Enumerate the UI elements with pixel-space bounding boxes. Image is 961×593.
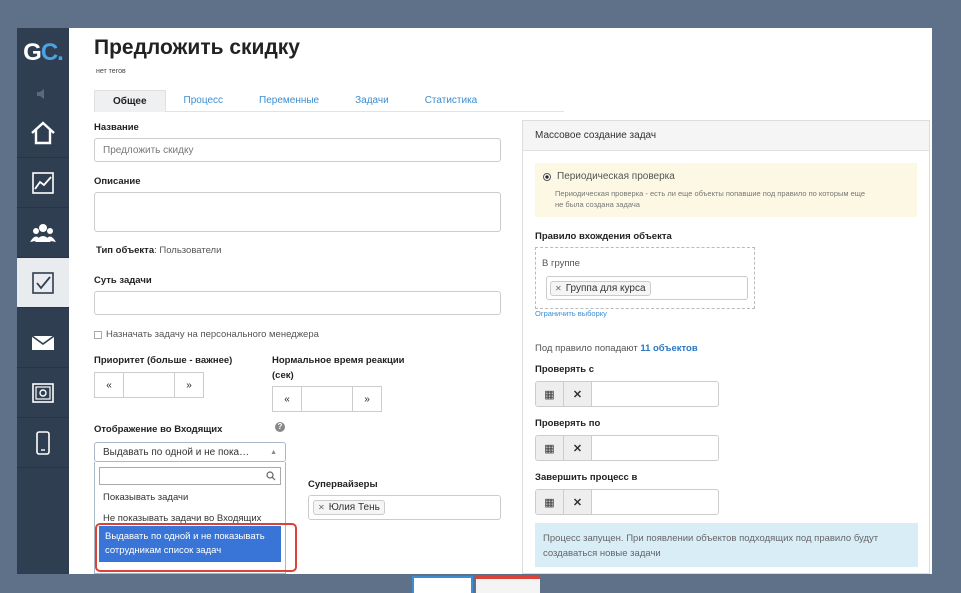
check-to-label: Проверять по xyxy=(535,418,601,429)
panel-header: Массовое создание задач xyxy=(523,121,929,151)
tabs: Общее Процесс Переменные Задачи Статисти… xyxy=(94,90,564,112)
next-icon[interactable]: » xyxy=(353,387,381,411)
tab-variables[interactable]: Переменные xyxy=(241,90,337,112)
checkbox-icon xyxy=(32,271,54,294)
help-icon[interactable]: ? xyxy=(275,422,285,432)
reaction-unit-label: (сек) xyxy=(272,370,294,381)
prev-icon[interactable]: « xyxy=(95,373,123,397)
nav-safe[interactable] xyxy=(17,368,69,418)
prev-icon[interactable]: « xyxy=(273,387,301,411)
radio-button[interactable] xyxy=(543,172,551,181)
rule-label: Правило вхождения объекта xyxy=(535,231,672,242)
nav-analytics[interactable] xyxy=(17,158,69,208)
sidebar: G C. xyxy=(17,28,69,574)
supervisors-label: Супервайзеры xyxy=(308,479,378,490)
reaction-label: Нормальное время реакции xyxy=(272,355,405,366)
highlight-box xyxy=(95,523,297,572)
thumbnail-1[interactable] xyxy=(412,576,473,593)
users-icon xyxy=(30,223,56,242)
reaction-stepper[interactable]: « » xyxy=(272,386,382,412)
clear-icon[interactable]: ✕ xyxy=(564,490,592,514)
check-from-label: Проверять с xyxy=(535,364,595,375)
nav-mail[interactable] xyxy=(17,318,69,368)
description-textarea[interactable] xyxy=(94,192,501,232)
name-label: Название xyxy=(94,122,139,133)
supervisor-chip: ✕ Юлия Тень xyxy=(313,500,385,515)
nav-home[interactable] xyxy=(17,108,69,158)
caret-up-icon: ▲ xyxy=(270,448,277,456)
group-input[interactable]: ✕ Группа для курса xyxy=(546,276,748,300)
next-icon[interactable]: » xyxy=(175,373,203,397)
supervisors-input[interactable]: ✕ Юлия Тень xyxy=(308,495,501,520)
object-type: Тип объекта: Пользователи xyxy=(96,245,222,256)
clear-icon[interactable]: ✕ xyxy=(564,382,592,406)
inbox-select[interactable]: Выдавать по одной и не пока… ▲ xyxy=(94,442,286,462)
dropdown-option[interactable]: Показывать задачи xyxy=(95,492,285,503)
safe-icon xyxy=(32,382,54,403)
home-icon xyxy=(31,120,55,144)
check-from-input[interactable] xyxy=(592,382,718,406)
group-label: В группе xyxy=(542,258,580,269)
search-icon xyxy=(266,471,276,481)
tab-general[interactable]: Общее xyxy=(94,90,166,112)
nav-tasks[interactable] xyxy=(17,258,69,308)
tags-label[interactable]: нет тегов xyxy=(96,68,126,75)
mail-icon xyxy=(31,334,55,350)
mobile-icon xyxy=(36,430,50,455)
logo[interactable]: G C. xyxy=(17,28,69,78)
mass-task-panel: Массовое создание задач Периодическая пр… xyxy=(522,120,930,574)
priority-value[interactable] xyxy=(123,373,175,397)
nav-users[interactable] xyxy=(17,208,69,258)
tab-statistics[interactable]: Статистика xyxy=(407,90,496,112)
rule-box: В группе ✕ Группа для курса xyxy=(535,247,755,309)
check-to-input[interactable] xyxy=(592,436,718,460)
check-to-date[interactable]: ▦ ✕ xyxy=(535,435,719,461)
chart-icon xyxy=(32,171,54,194)
group-chip: ✕ Группа для курса xyxy=(550,280,651,296)
finish-input[interactable] xyxy=(592,490,718,514)
periodic-check-radio-row[interactable]: Периодическая проверка xyxy=(543,171,909,182)
name-input[interactable]: Предложить скидку xyxy=(94,138,501,162)
check-from-date[interactable]: ▦ ✕ xyxy=(535,381,719,407)
nav-mobile[interactable] xyxy=(17,418,69,468)
remove-icon[interactable]: ✕ xyxy=(555,284,562,293)
tab-tasks[interactable]: Задачи xyxy=(337,90,407,112)
count-link[interactable]: 11 объектов xyxy=(640,343,697,354)
assign-manager-row[interactable]: Назначать задачу на персонального менедж… xyxy=(94,329,319,340)
essence-input[interactable] xyxy=(94,291,501,315)
finish-label: Завершить процесс в xyxy=(535,472,638,483)
dropdown-search-input[interactable] xyxy=(99,467,281,485)
periodic-check-box: Периодическая проверка Периодическая про… xyxy=(535,163,917,217)
inbox-label: Отображение во Входящих xyxy=(94,424,223,435)
finish-date[interactable]: ▦ ✕ xyxy=(535,489,719,515)
process-info: Процесс запущен. При появлении объектов … xyxy=(535,523,918,567)
priority-label: Приоритет (больше - важнее) xyxy=(94,355,233,366)
limit-selection-link[interactable]: Ограничить выборку xyxy=(535,309,607,318)
remove-icon[interactable]: ✕ xyxy=(318,503,325,512)
description-label: Описание xyxy=(94,176,141,187)
tab-process[interactable]: Процесс xyxy=(166,90,242,112)
periodic-check-description: Периодическая проверка - есть ли еще объ… xyxy=(555,189,866,209)
priority-stepper[interactable]: « » xyxy=(94,372,204,398)
main-panel: Предложить скидку нет тегов Общее Процес… xyxy=(69,28,932,574)
speaker-icon xyxy=(17,80,69,108)
essence-label: Суть задачи xyxy=(94,275,152,286)
page-title: Предложить скидку xyxy=(94,36,300,59)
calendar-icon[interactable]: ▦ xyxy=(536,382,564,406)
thumbnail-2[interactable] xyxy=(476,576,540,593)
assign-manager-checkbox[interactable] xyxy=(94,330,102,339)
calendar-icon[interactable]: ▦ xyxy=(536,490,564,514)
calendar-icon[interactable]: ▦ xyxy=(536,436,564,460)
reaction-value[interactable] xyxy=(301,387,353,411)
rule-count: Под правило попадают 11 объектов xyxy=(535,343,698,354)
clear-icon[interactable]: ✕ xyxy=(564,436,592,460)
